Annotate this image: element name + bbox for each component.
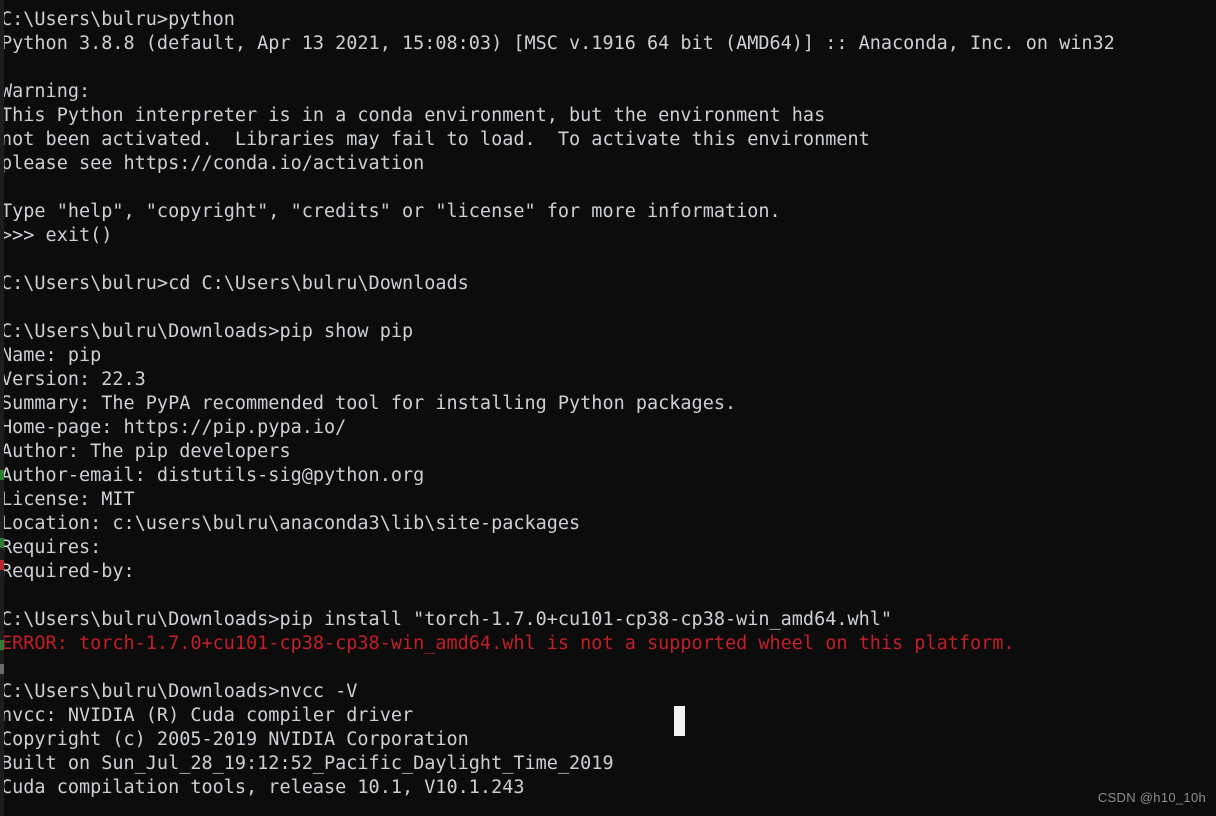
scroll-marker <box>0 470 4 480</box>
terminal-line: C:\Users\bulru\Downloads>pip install "to… <box>1 609 893 630</box>
terminal-line: Copyright (c) 2005-2019 NVIDIA Corporati… <box>1 729 469 750</box>
terminal-line: please see https://conda.io/activation <box>1 153 425 174</box>
scroll-marker-gutter[interactable] <box>0 0 4 816</box>
terminal-line: Required-by: <box>1 561 135 582</box>
terminal-line: C:\Users\bulru\Downloads>nvcc -V <box>1 681 358 702</box>
scroll-marker <box>0 640 4 650</box>
terminal-line: Built on Sun_Jul_28_19:12:52_Pacific_Day… <box>1 753 614 774</box>
terminal-line: C:\Users\bulru>python <box>1 9 235 30</box>
terminal-line: Version: 22.3 <box>1 369 146 390</box>
terminal-line: This Python interpreter is in a conda en… <box>1 105 826 126</box>
terminal-line: Cuda compilation tools, release 10.1, V1… <box>1 777 525 798</box>
terminal-line: Home-page: https://pip.pypa.io/ <box>1 417 347 438</box>
terminal-line: Summary: The PyPA recommended tool for i… <box>1 393 737 414</box>
terminal-line: nvcc: NVIDIA (R) Cuda compiler driver <box>1 705 414 726</box>
terminal-line: Type "help", "copyright", "credits" or "… <box>1 201 781 222</box>
terminal-line: Requires: <box>1 537 102 558</box>
terminal-line: Warning: <box>1 81 91 102</box>
terminal-window[interactable]: C:\Users\bulru>python Python 3.8.8 (defau… <box>0 0 1216 816</box>
scroll-marker <box>0 538 4 548</box>
terminal-line: Location: c:\users\bulru\anaconda3\lib\s… <box>1 513 581 534</box>
terminal-line: not been activated. Libraries may fail t… <box>1 129 870 150</box>
terminal-output-area[interactable]: C:\Users\bulru>python Python 3.8.8 (defau… <box>0 8 1216 800</box>
scroll-marker <box>0 664 4 674</box>
terminal-line: C:\Users\bulru\Downloads>pip show pip <box>1 321 414 342</box>
terminal-line: Name: pip <box>1 345 102 366</box>
scroll-marker <box>0 560 4 570</box>
terminal-line: Python 3.8.8 (default, Apr 13 2021, 15:0… <box>1 33 1115 54</box>
terminal-line: Author-email: distutils-sig@python.org <box>1 465 425 486</box>
terminal-line: ERROR: torch-1.7.0+cu101-cp38-cp38-win_a… <box>1 633 1015 654</box>
terminal-line: Author: The pip developers <box>1 441 291 462</box>
terminal-line: >>> exit() <box>1 225 113 246</box>
csdn-watermark: CSDN @h10_10h <box>1097 790 1206 805</box>
terminal-line: License: MIT <box>1 489 135 510</box>
text-cursor <box>674 706 685 736</box>
terminal-line: C:\Users\bulru>cd C:\Users\bulru\Downloa… <box>1 273 469 294</box>
